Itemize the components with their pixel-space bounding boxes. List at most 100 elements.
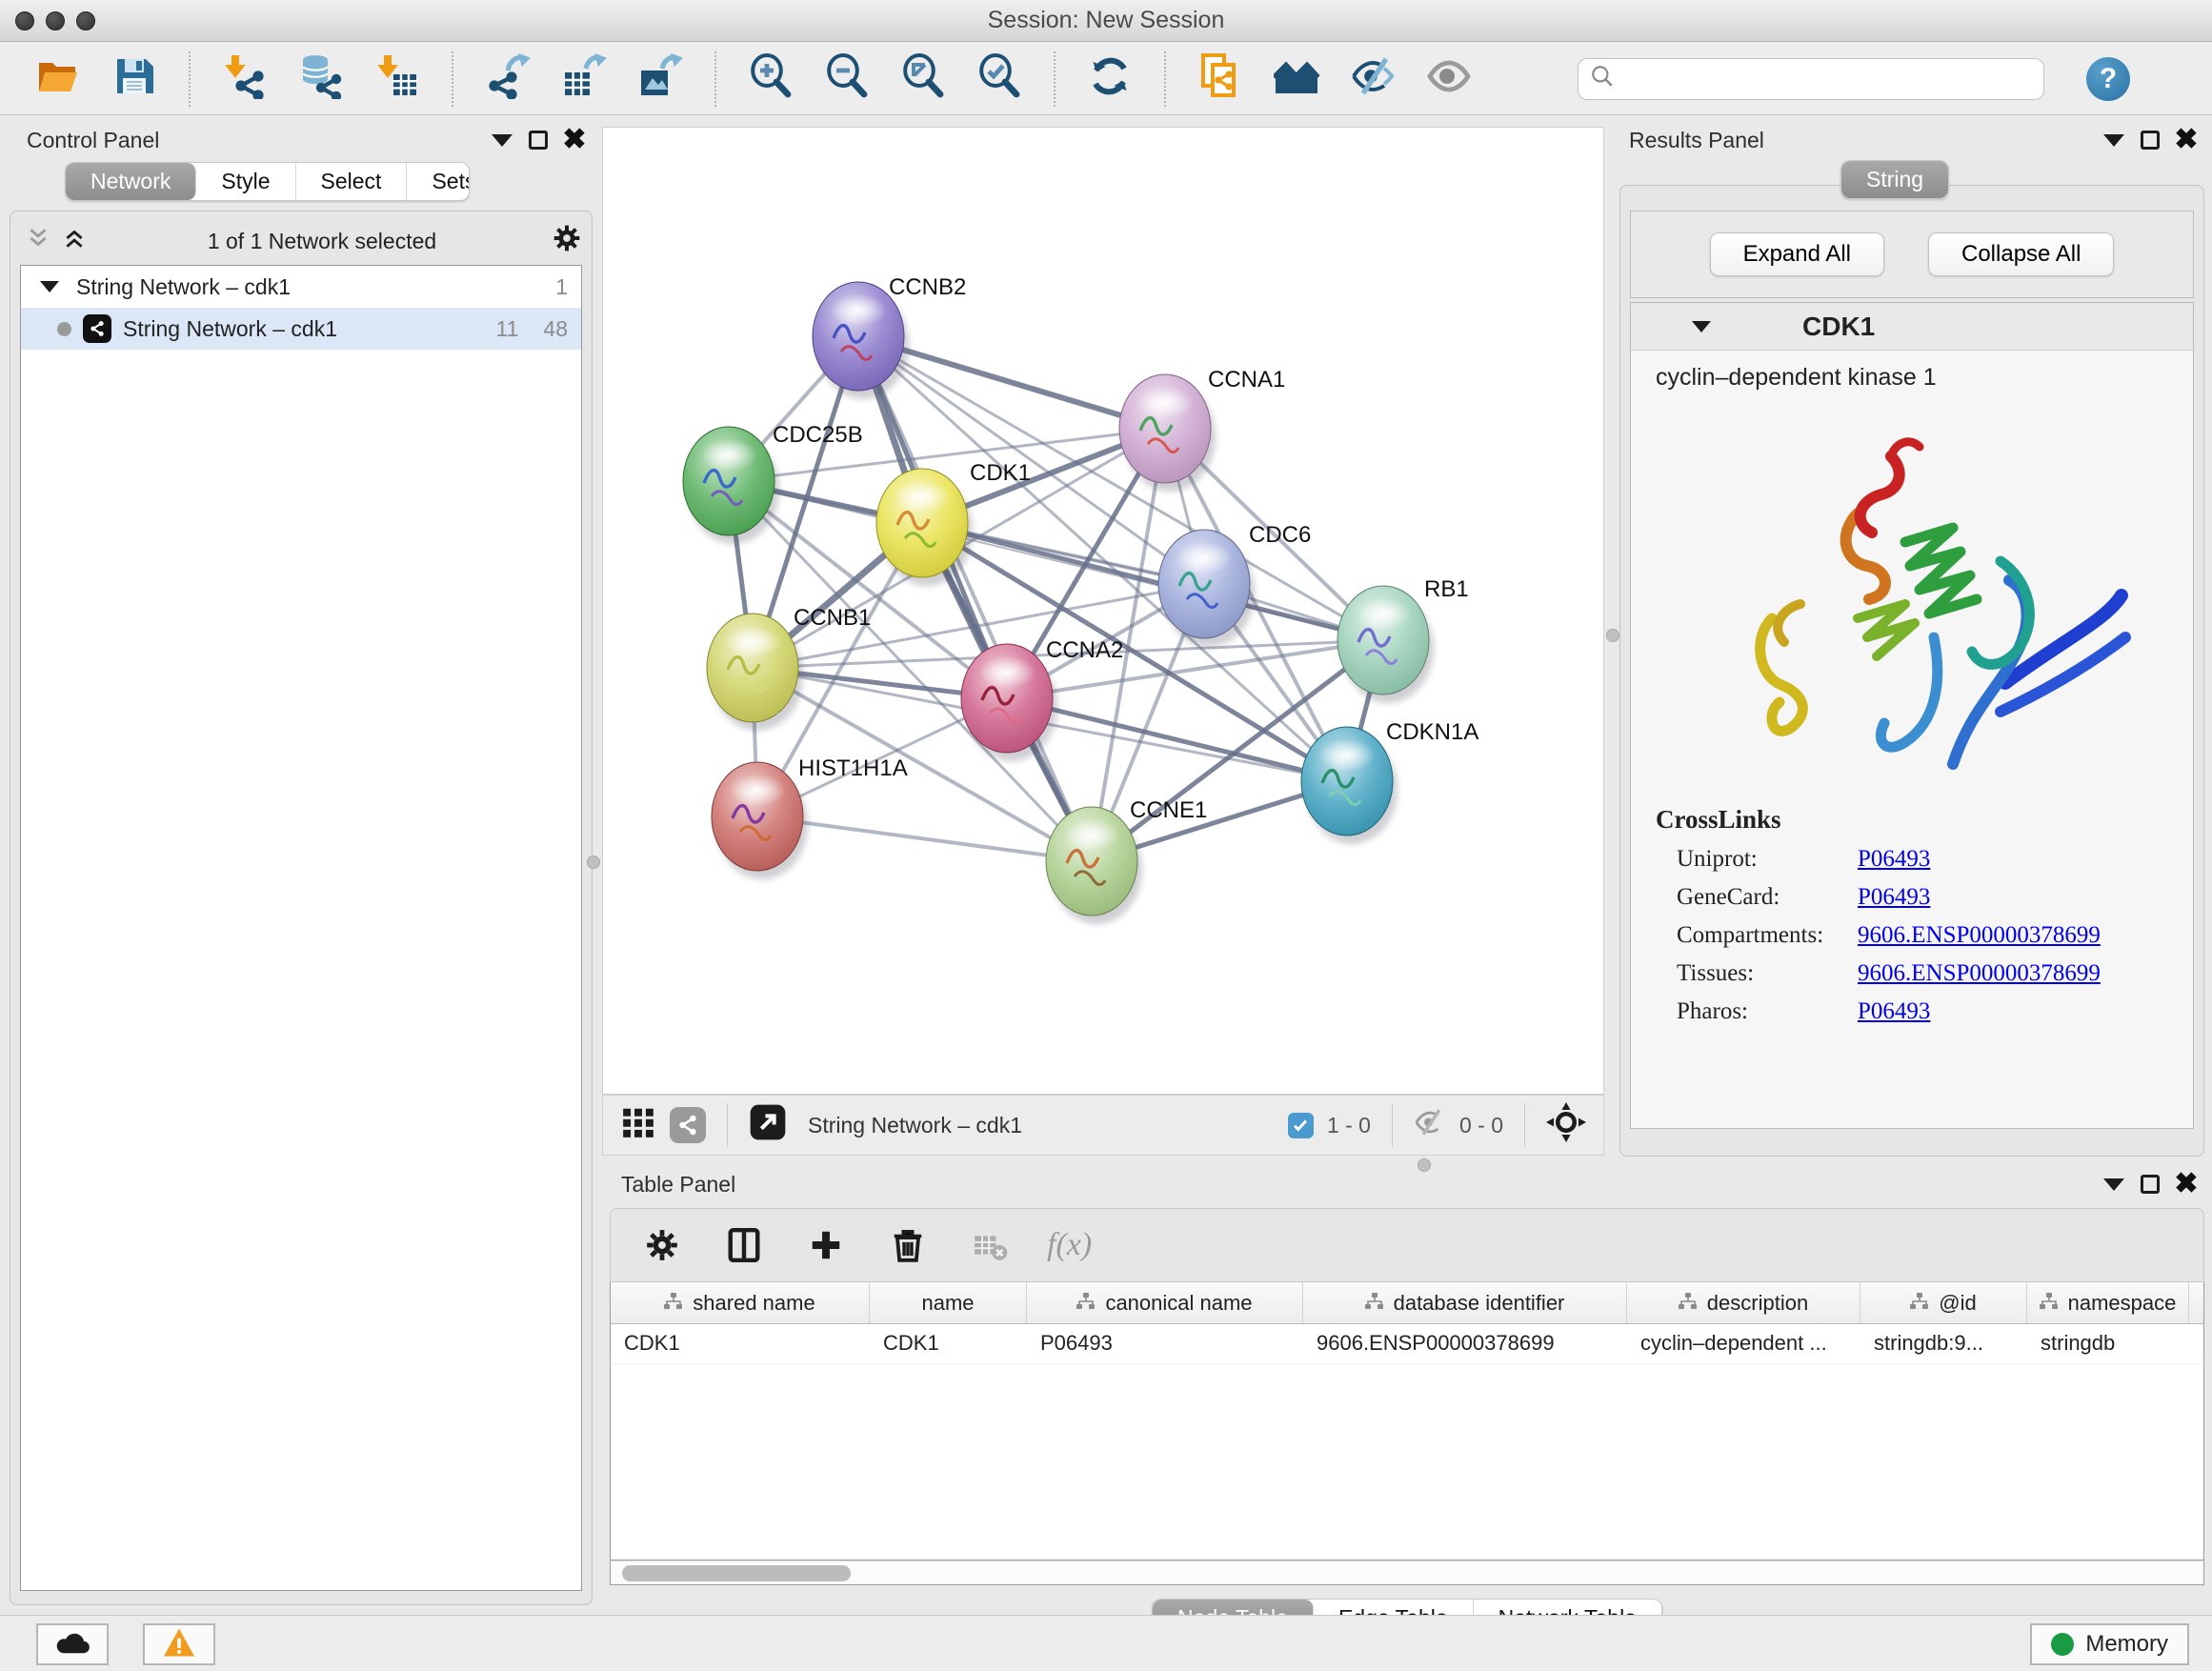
refresh-button[interactable] [1076,50,1143,108]
float-window-icon [2141,131,2160,150]
crosslink-link[interactable]: 9606.ENSP00000378699 [1858,960,2101,987]
search-input[interactable] [1622,67,2032,91]
minimize-window-button[interactable] [46,11,65,30]
refresh-icon [1087,53,1133,104]
expand-all-button[interactable]: Expand All [1710,232,1884,276]
warnings-button[interactable] [143,1623,215,1665]
table-horizontal-scrollbar[interactable] [610,1560,2204,1585]
hide-selected-button[interactable] [1339,50,1406,108]
results-panel-float-button[interactable] [2132,126,2168,154]
save-session-button[interactable] [101,50,168,108]
column-type-icon [1076,1291,1096,1316]
collapse-protein-icon[interactable] [1692,321,1711,332]
control-panel-title: Control Panel [10,128,159,153]
collapse-all-button[interactable]: Collapse All [1928,232,2114,276]
help-button[interactable]: ? [2086,57,2130,101]
delete-table-button[interactable] [965,1220,1015,1270]
column-header-namespace[interactable]: namespace [2027,1282,2189,1323]
column-header-description[interactable]: description [1627,1282,1860,1323]
column-header-name[interactable]: name [870,1282,1027,1323]
expand-all-networks-button[interactable] [62,226,87,256]
birdseye-view-button[interactable] [620,1104,656,1146]
window-controls [15,11,95,30]
maximize-window-button[interactable] [76,11,95,30]
zoom-selected-button[interactable] [966,50,1033,108]
results-panel-menu-button[interactable] [2096,126,2132,154]
add-column-button[interactable] [801,1220,851,1270]
crosslink-link[interactable]: P06493 [1858,846,1930,873]
table-panel-float-button[interactable] [2132,1170,2168,1198]
title-bar: Session: New Session [0,0,2212,42]
column-header-shared-name[interactable]: shared name [611,1282,870,1323]
results-panel-close-button[interactable]: ✖ [2168,126,2204,154]
node-label-RB1: RB1 [1424,576,1469,602]
network-canvas[interactable]: CCNB2CCNA1CDC25BCDK1CDC6RB1CCNB1CCNA2CDK… [602,127,1604,1095]
left-divider-handle[interactable] [587,856,600,869]
tab-sets[interactable]: Sets [407,163,470,200]
network-options-button[interactable] [552,223,582,259]
close-icon: ✖ [2174,1170,2198,1198]
control-panel-menu-button[interactable] [484,126,520,154]
zoom-out-icon [824,53,870,104]
network-row[interactable]: String Network – cdk1 11 48 [21,308,581,350]
tab-string[interactable]: String [1841,161,1948,198]
network-edge-CCNB2-CCNE1[interactable] [858,336,1092,861]
memory-button[interactable]: Memory [2030,1623,2189,1665]
cloud-status-button[interactable] [36,1623,109,1665]
column-header-canonical-name[interactable]: canonical name [1027,1282,1303,1323]
crosslink-label: GeneCard: [1677,884,1858,911]
right-divider-handle[interactable] [1606,629,1619,642]
tab-style[interactable]: Style [196,163,295,200]
table-panel-menu-button[interactable] [2096,1170,2132,1198]
tab-network[interactable]: Network [66,163,196,200]
function-builder-button[interactable]: f(x) [1047,1227,1092,1263]
table-panel-close-button[interactable]: ✖ [2168,1170,2204,1198]
control-panel-close-button[interactable]: ✖ [556,126,593,154]
column-header--id[interactable]: @id [1860,1282,2027,1323]
import-network-file-button[interactable] [211,50,278,108]
export-network-button[interactable] [474,50,541,108]
tab-select[interactable]: Select [296,163,408,200]
crosslink-link[interactable]: P06493 [1858,998,1930,1025]
fit-selected-button[interactable] [1546,1102,1586,1148]
table-row[interactable]: CDK1CDK1P064939606.ENSP00000378699cyclin… [611,1324,2203,1364]
zoom-out-button[interactable] [814,50,880,108]
duplicate-network-button[interactable] [1187,50,1254,108]
show-columns-button[interactable] [719,1220,769,1270]
memory-label: Memory [2085,1631,2168,1658]
crosslink-label: Uniprot: [1677,846,1858,873]
node-table: shared namenamecanonical namedatabase id… [610,1282,2204,1560]
show-all-button[interactable] [1416,50,1482,108]
zoom-in-button[interactable] [737,50,804,108]
crosslink-row: GeneCard:P06493 [1677,884,2193,911]
export-table-button[interactable] [551,50,617,108]
open-session-button[interactable] [25,50,91,108]
toolbar-separator [189,51,191,107]
close-window-button[interactable] [15,11,34,30]
import-network-database-button[interactable] [288,50,354,108]
scrollbar-thumb[interactable] [622,1565,851,1581]
control-panel-float-button[interactable] [520,126,556,154]
import-network-icon [222,53,268,104]
crosslink-link[interactable]: P06493 [1858,884,1930,911]
network-graph[interactable]: CCNB2CCNA1CDC25BCDK1CDC6RB1CCNB1CCNA2CDK… [603,128,1603,1094]
crosslink-link[interactable]: 9606.ENSP00000378699 [1858,922,2101,949]
import-table-button[interactable] [364,50,431,108]
selected-indicator-checkbox[interactable] [1288,1113,1314,1138]
column-header-database-identifier[interactable]: database identifier [1303,1282,1627,1323]
table-cell: stringdb [2027,1324,2189,1363]
collapse-all-networks-button[interactable] [26,226,50,256]
selected-node-edge-counts: 1 - 0 [1327,1113,1371,1138]
collection-expand-icon[interactable] [40,281,59,292]
protein-header[interactable]: CDK1 [1631,303,2193,351]
open-in-browser-button[interactable] [749,1103,787,1147]
node-label-CDC25B: CDC25B [773,422,863,448]
first-neighbors-button[interactable] [1263,50,1330,108]
table-options-button[interactable] [637,1220,687,1270]
export-image-button[interactable] [627,50,694,108]
zoom-fit-button[interactable] [890,50,956,108]
network-type-button[interactable] [670,1107,706,1143]
search-box[interactable] [1578,58,2044,100]
delete-column-button[interactable] [883,1220,933,1270]
network-collection-row[interactable]: String Network – cdk1 1 [21,266,581,308]
